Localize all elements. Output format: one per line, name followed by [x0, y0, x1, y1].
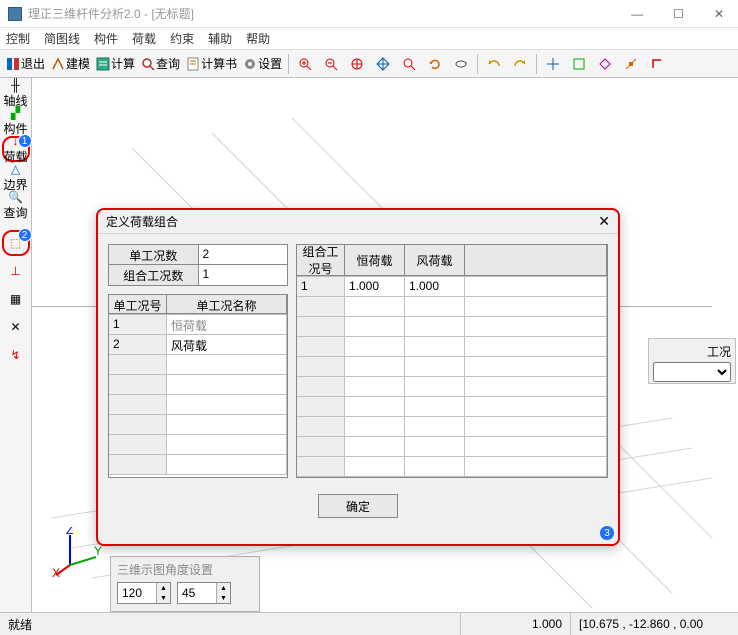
svg-text:Z: Z: [66, 527, 73, 537]
col-dead-load: 恒荷载: [345, 245, 405, 276]
settings-button[interactable]: 设置: [241, 53, 284, 75]
angle1-stepper[interactable]: ▲▼: [117, 582, 171, 604]
menu-sketch[interactable]: 简图线: [44, 30, 80, 47]
case-selector-panel: 工况: [648, 338, 736, 384]
zoom-out-icon[interactable]: [319, 53, 343, 75]
snap-perp-icon[interactable]: [645, 53, 669, 75]
zoom-fit-icon[interactable]: [397, 53, 421, 75]
menu-help[interactable]: 帮助: [246, 30, 270, 47]
dialog-close-icon[interactable]: ✕: [598, 213, 610, 230]
window-title: 理正三维杆件分析2.0 - [无标题]: [28, 5, 625, 22]
view-angle-panel: 三维示图角度设置 ▲▼ ▲▼: [110, 556, 260, 612]
member-tool[interactable]: ▞构件: [2, 108, 30, 134]
combo-case-count-label: 组合工况数: [109, 265, 199, 285]
menu-member[interactable]: 构件: [94, 30, 118, 47]
tool-8[interactable]: ▦: [2, 286, 30, 312]
snap-point-icon[interactable]: [541, 53, 565, 75]
snap-grid-icon[interactable]: [567, 53, 591, 75]
maximize-button[interactable]: ☐: [667, 7, 690, 21]
main-toolbar: 退出 建模 计算 查询 计算书 设置: [0, 50, 738, 78]
table-cell[interactable]: 1.000: [345, 277, 405, 296]
close-button[interactable]: ✕: [708, 7, 730, 21]
angle-label: 三维示图角度设置: [117, 561, 253, 578]
dialog-title: 定义荷载组合: [106, 213, 178, 230]
refresh-icon[interactable]: [423, 53, 447, 75]
menu-control[interactable]: 控制: [6, 30, 30, 47]
rotate-icon[interactable]: [449, 53, 473, 75]
counts-table: 单工况数2 组合工况数1: [108, 244, 288, 286]
case-dropdown[interactable]: [653, 362, 731, 382]
case-label: 工况: [653, 343, 731, 360]
angle2-input[interactable]: [178, 583, 216, 603]
query-tool[interactable]: 🔍查询: [2, 192, 30, 218]
menu-assist[interactable]: 辅助: [208, 30, 232, 47]
table-cell[interactable]: 2: [109, 335, 167, 354]
cases-table[interactable]: 单工况号单工况名称 1恒荷载 2风荷载: [108, 294, 288, 478]
col-case-no: 单工况号: [109, 295, 167, 314]
table-cell[interactable]: 恒荷载: [167, 315, 287, 334]
tool-10[interactable]: ↯: [2, 342, 30, 368]
undo-icon[interactable]: [482, 53, 506, 75]
left-toolbar: ╫轴线 ▞构件 ↓荷载1 △边界 🔍查询 ⬚2 ⊥ ▦ ✕ ↯: [0, 78, 32, 618]
single-case-count-value[interactable]: 2: [199, 245, 288, 264]
exit-button[interactable]: 退出: [4, 53, 47, 75]
axis-indicator: Z Y X: [52, 527, 102, 580]
svg-text:X: X: [52, 566, 60, 577]
boundary-tool[interactable]: △边界: [2, 164, 30, 190]
table-cell[interactable]: 1: [109, 315, 167, 334]
status-zoom: 1.000: [460, 613, 570, 635]
snap-mid-icon[interactable]: [619, 53, 643, 75]
status-ready: 就绪: [8, 616, 68, 633]
combo-case-count-value[interactable]: 1: [199, 265, 288, 285]
menu-constraint[interactable]: 约束: [170, 30, 194, 47]
load-tool[interactable]: ↓荷载1: [2, 136, 30, 162]
pan-icon[interactable]: [371, 53, 395, 75]
table-cell[interactable]: 风荷载: [167, 335, 287, 354]
svg-text:Y: Y: [94, 544, 102, 558]
angle1-input[interactable]: [118, 583, 156, 603]
table-cell[interactable]: 1: [297, 277, 345, 296]
menu-bar: 控制 简图线 构件 荷载 约束 辅助 帮助: [0, 28, 738, 50]
snap-end-icon[interactable]: [593, 53, 617, 75]
col-case-name: 单工况名称: [167, 295, 287, 314]
model-button[interactable]: 建模: [49, 53, 92, 75]
step-badge-3: 3: [600, 526, 614, 540]
menu-load[interactable]: 荷载: [132, 30, 156, 47]
col-wind-load: 风荷载: [405, 245, 465, 276]
table-cell[interactable]: 1.000: [405, 277, 465, 296]
calc-button[interactable]: 计算: [94, 53, 137, 75]
tool-7[interactable]: ⊥: [2, 258, 30, 284]
zoom-window-icon[interactable]: [345, 53, 369, 75]
single-case-count-label: 单工况数: [109, 245, 199, 264]
ok-button[interactable]: 确定: [318, 494, 398, 518]
redo-icon[interactable]: [508, 53, 532, 75]
minimize-button[interactable]: —: [625, 7, 649, 21]
query-button[interactable]: 查询: [139, 53, 182, 75]
tool-9[interactable]: ✕: [2, 314, 30, 340]
tool-6[interactable]: ⬚2: [2, 230, 30, 256]
col-combo-no: 组合工况号: [297, 245, 345, 276]
combo-table[interactable]: 组合工况号 恒荷载 风荷载 11.0001.000: [296, 244, 608, 478]
load-combo-dialog: 定义荷载组合 ✕ 单工况数2 组合工况数1 单工况号单工况名称 1恒荷载 2风荷…: [96, 208, 620, 546]
status-bar: 就绪 1.000 [10.675 , -12.860 , 0.00: [0, 612, 738, 635]
app-icon: [8, 7, 22, 21]
status-coords: [10.675 , -12.860 , 0.00: [570, 613, 730, 635]
axis-tool[interactable]: ╫轴线: [2, 80, 30, 106]
zoom-in-icon[interactable]: [293, 53, 317, 75]
report-button[interactable]: 计算书: [184, 53, 239, 75]
angle2-stepper[interactable]: ▲▼: [177, 582, 231, 604]
